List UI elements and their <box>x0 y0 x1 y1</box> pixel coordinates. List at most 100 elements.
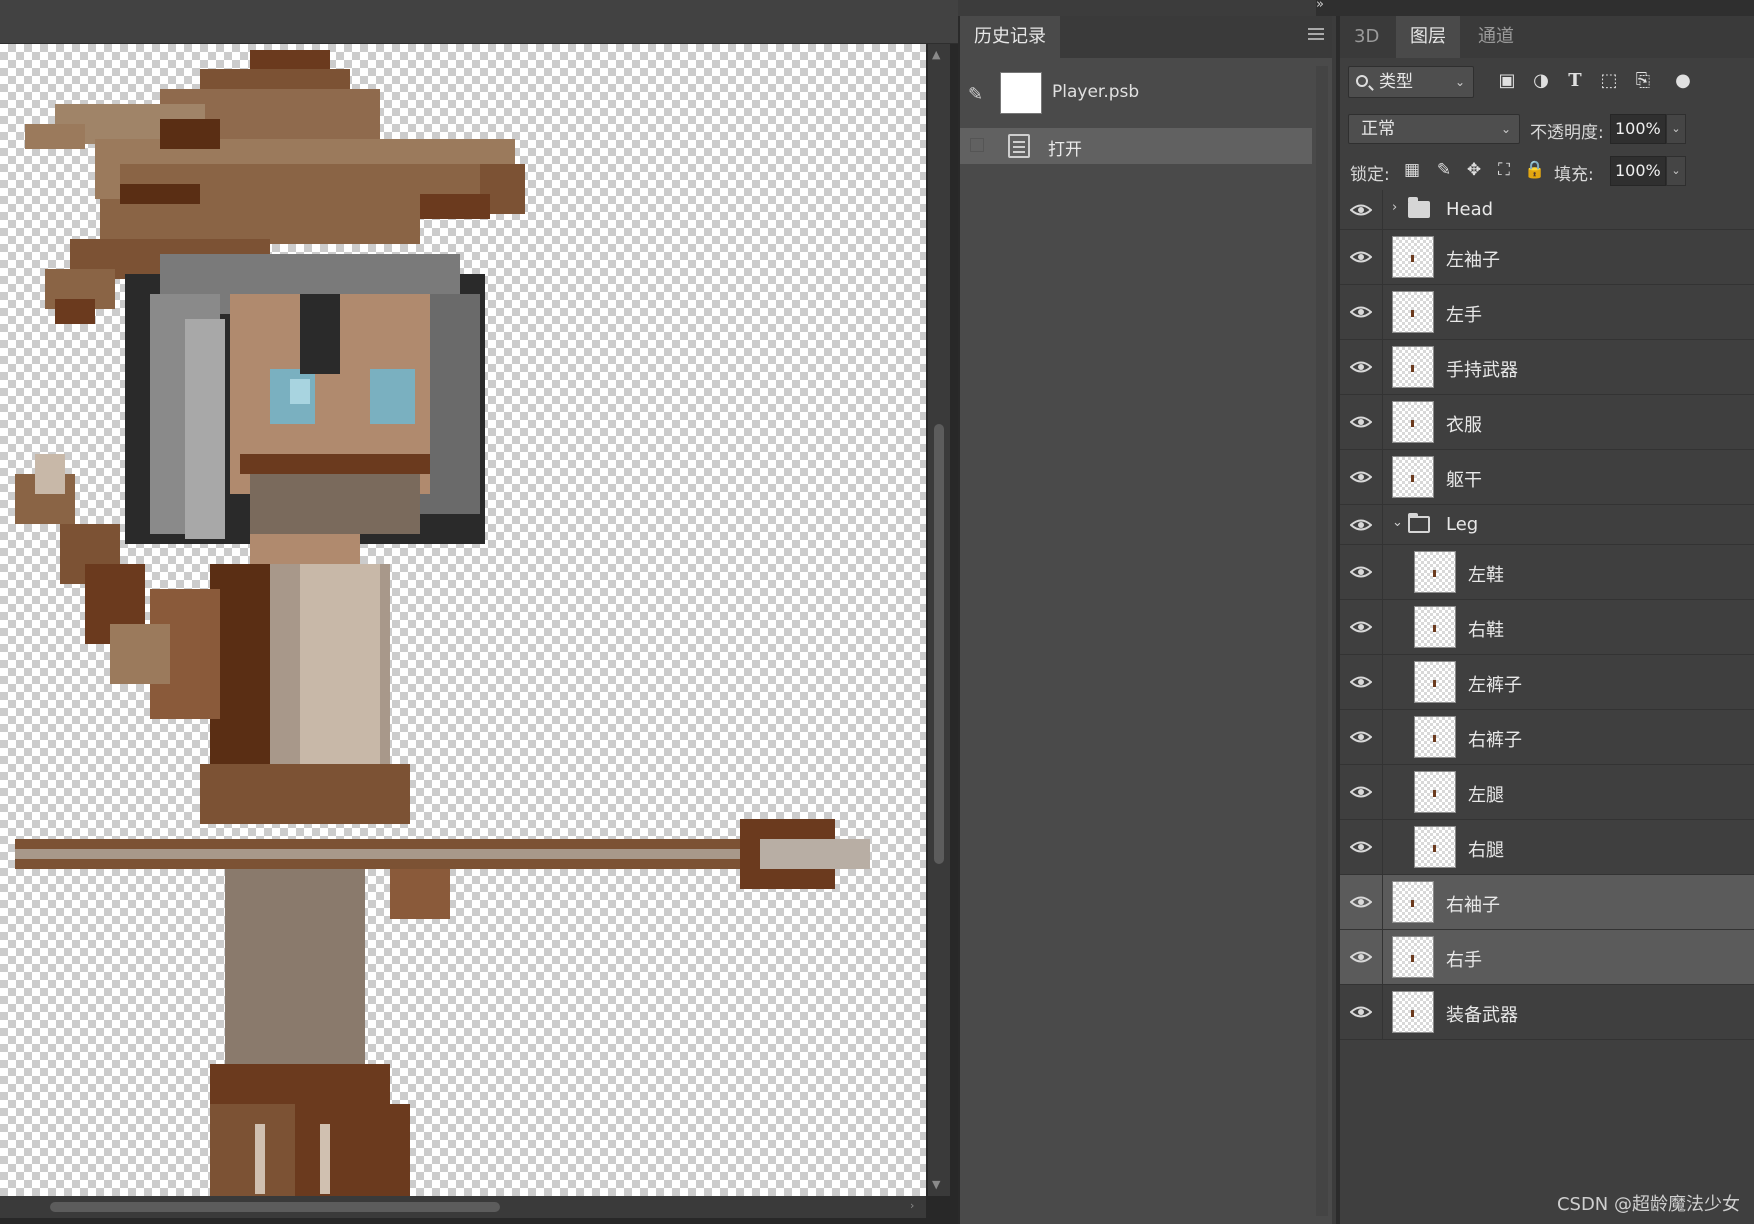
vertical-scroll-thumb[interactable] <box>934 424 944 864</box>
layer-row[interactable]: 左袖子 <box>1340 230 1754 285</box>
history-item-open[interactable]: 打开 <box>960 128 1312 164</box>
filter-kind-select[interactable]: 类型 ⌄ <box>1348 66 1474 98</box>
visibility-eye-icon[interactable] <box>1350 675 1372 689</box>
layer-row[interactable]: 右腿 <box>1340 820 1754 875</box>
snapshot-thumbnail <box>1000 72 1042 114</box>
opacity-dropdown-icon[interactable]: ⌄ <box>1666 114 1686 144</box>
history-panel: 历史记录 ✎ Player.psb 打开 <box>958 16 1332 1224</box>
visibility-eye-icon[interactable] <box>1350 620 1372 634</box>
scroll-right-icon[interactable]: › <box>910 1199 914 1212</box>
layer-name: Leg <box>1446 513 1479 535</box>
layer-row[interactable]: 衣服 <box>1340 395 1754 450</box>
tab-channels[interactable]: 通道 <box>1464 16 1528 58</box>
layer-row[interactable]: 右鞋 <box>1340 600 1754 655</box>
layer-row[interactable]: 右袖子 <box>1340 875 1754 930</box>
filter-toggle-icon[interactable]: ● <box>1672 70 1694 92</box>
visibility-eye-icon[interactable] <box>1350 730 1372 744</box>
visibility-divider <box>1382 875 1383 929</box>
collapse-panels-icon[interactable]: » <box>1316 0 1324 12</box>
layer-row[interactable]: 右裤子 <box>1340 710 1754 765</box>
canvas-vertical-scrollbar[interactable]: ▲ ▼ <box>928 44 950 1196</box>
thumbnail-content <box>1433 570 1436 577</box>
visibility-divider <box>1382 190 1383 229</box>
lock-artboard-icon[interactable]: ⛶ <box>1494 160 1514 180</box>
pixel-character-sprite <box>15 50 870 1196</box>
history-source-checkbox[interactable] <box>970 138 984 152</box>
visibility-divider <box>1382 285 1383 339</box>
image-filter-icon[interactable]: ▣ <box>1496 70 1518 92</box>
layer-name: 左手 <box>1446 305 1482 326</box>
document-canvas[interactable] <box>0 44 926 1196</box>
layer-row[interactable]: 右手 <box>1340 930 1754 985</box>
scroll-up-icon[interactable]: ▲ <box>932 48 940 61</box>
visibility-eye-icon[interactable] <box>1350 1005 1372 1019</box>
layer-row[interactable]: 躯干 <box>1340 450 1754 505</box>
fill-label: 填充: <box>1554 165 1594 185</box>
lock-image-pixels-icon[interactable]: ✎ <box>1434 160 1454 180</box>
layer-thumbnail <box>1392 291 1434 333</box>
tab-history[interactable]: 历史记录 <box>960 16 1060 58</box>
visibility-divider <box>1382 820 1383 874</box>
layer-thumbnail <box>1392 881 1434 923</box>
visibility-eye-icon[interactable] <box>1350 518 1372 532</box>
visibility-eye-icon[interactable] <box>1350 203 1372 217</box>
scroll-down-icon[interactable]: ▼ <box>932 1178 940 1191</box>
fill-dropdown-icon[interactable]: ⌄ <box>1666 156 1686 186</box>
visibility-eye-icon[interactable] <box>1350 840 1372 854</box>
visibility-eye-icon[interactable] <box>1350 250 1372 264</box>
visibility-eye-icon[interactable] <box>1350 950 1372 964</box>
visibility-divider <box>1382 930 1383 984</box>
photoshop-window: ▲ ▼ › » 历史记录 ✎ Player.psb 打开 3D 图层 通道 类型… <box>0 0 1754 1224</box>
canvas-horizontal-scrollbar[interactable]: › <box>0 1196 926 1218</box>
layer-name: 躯干 <box>1446 470 1482 491</box>
fill-field[interactable]: 100% <box>1610 156 1666 186</box>
layer-row[interactable]: 装备武器 <box>1340 985 1754 1040</box>
chevron-down-icon[interactable]: ⌄ <box>1392 515 1403 530</box>
visibility-eye-icon[interactable] <box>1350 895 1372 909</box>
visibility-eye-icon[interactable] <box>1350 470 1372 484</box>
layer-row[interactable]: 左裤子 <box>1340 655 1754 710</box>
thumbnail-content <box>1411 365 1414 372</box>
layers-tab-bar: 3D 图层 通道 <box>1340 16 1754 58</box>
tab-layers[interactable]: 图层 <box>1396 16 1460 58</box>
visibility-eye-icon[interactable] <box>1350 565 1372 579</box>
lock-transparent-pixels-icon[interactable]: ▦ <box>1402 160 1422 180</box>
layer-name: 左裤子 <box>1468 675 1522 696</box>
layer-row[interactable]: 左鞋 <box>1340 545 1754 600</box>
smart-object-filter-icon[interactable]: ⎘ <box>1632 70 1654 92</box>
thumbnail-content <box>1433 625 1436 632</box>
horizontal-scroll-thumb[interactable] <box>50 1202 500 1212</box>
layer-row[interactable]: 左腿 <box>1340 765 1754 820</box>
visibility-eye-icon[interactable] <box>1350 415 1372 429</box>
thumbnail-content <box>1411 310 1414 317</box>
layer-name: 左鞋 <box>1468 565 1504 586</box>
visibility-eye-icon[interactable] <box>1350 785 1372 799</box>
lock-position-icon[interactable]: ✥ <box>1464 160 1484 180</box>
tab-3d[interactable]: 3D <box>1340 16 1393 58</box>
blend-mode-select[interactable]: 正常 ⌄ <box>1348 114 1520 144</box>
visibility-divider <box>1382 340 1383 394</box>
chevron-right-icon[interactable]: › <box>1392 200 1397 215</box>
layer-row[interactable]: 左手 <box>1340 285 1754 340</box>
visibility-eye-icon[interactable] <box>1350 305 1372 319</box>
document-tab-bar <box>0 0 958 44</box>
layer-filter-row: 类型 ⌄ ▣ ◑ T ⬚ ⎘ ● <box>1340 62 1754 102</box>
visibility-eye-icon[interactable] <box>1350 360 1372 374</box>
lock-row: 锁定: ▦ ✎ ✥ ⛶ 🔒 填充: 100% ⌄ <box>1340 154 1754 190</box>
adjustment-filter-icon[interactable]: ◑ <box>1530 70 1552 92</box>
layer-group-row[interactable]: › Head <box>1340 190 1754 230</box>
history-brush-icon[interactable]: ✎ <box>968 84 983 105</box>
lock-all-icon[interactable]: 🔒 <box>1524 160 1545 180</box>
history-scrollbar[interactable] <box>1316 66 1328 1216</box>
text-filter-icon[interactable]: T <box>1564 70 1586 92</box>
history-item-label: 打开 <box>1048 140 1082 160</box>
panel-menu-icon[interactable] <box>1308 28 1324 42</box>
history-snapshot[interactable]: ✎ Player.psb <box>960 66 1312 124</box>
layer-thumbnail <box>1414 661 1456 703</box>
layer-row[interactable]: 手持武器 <box>1340 340 1754 395</box>
lock-label: 锁定: <box>1350 165 1390 185</box>
panel-collapse-strip[interactable]: » <box>1316 0 1754 16</box>
opacity-field[interactable]: 100% <box>1610 114 1666 144</box>
layer-group-row[interactable]: ⌄ Leg <box>1340 505 1754 545</box>
shape-filter-icon[interactable]: ⬚ <box>1598 70 1620 92</box>
